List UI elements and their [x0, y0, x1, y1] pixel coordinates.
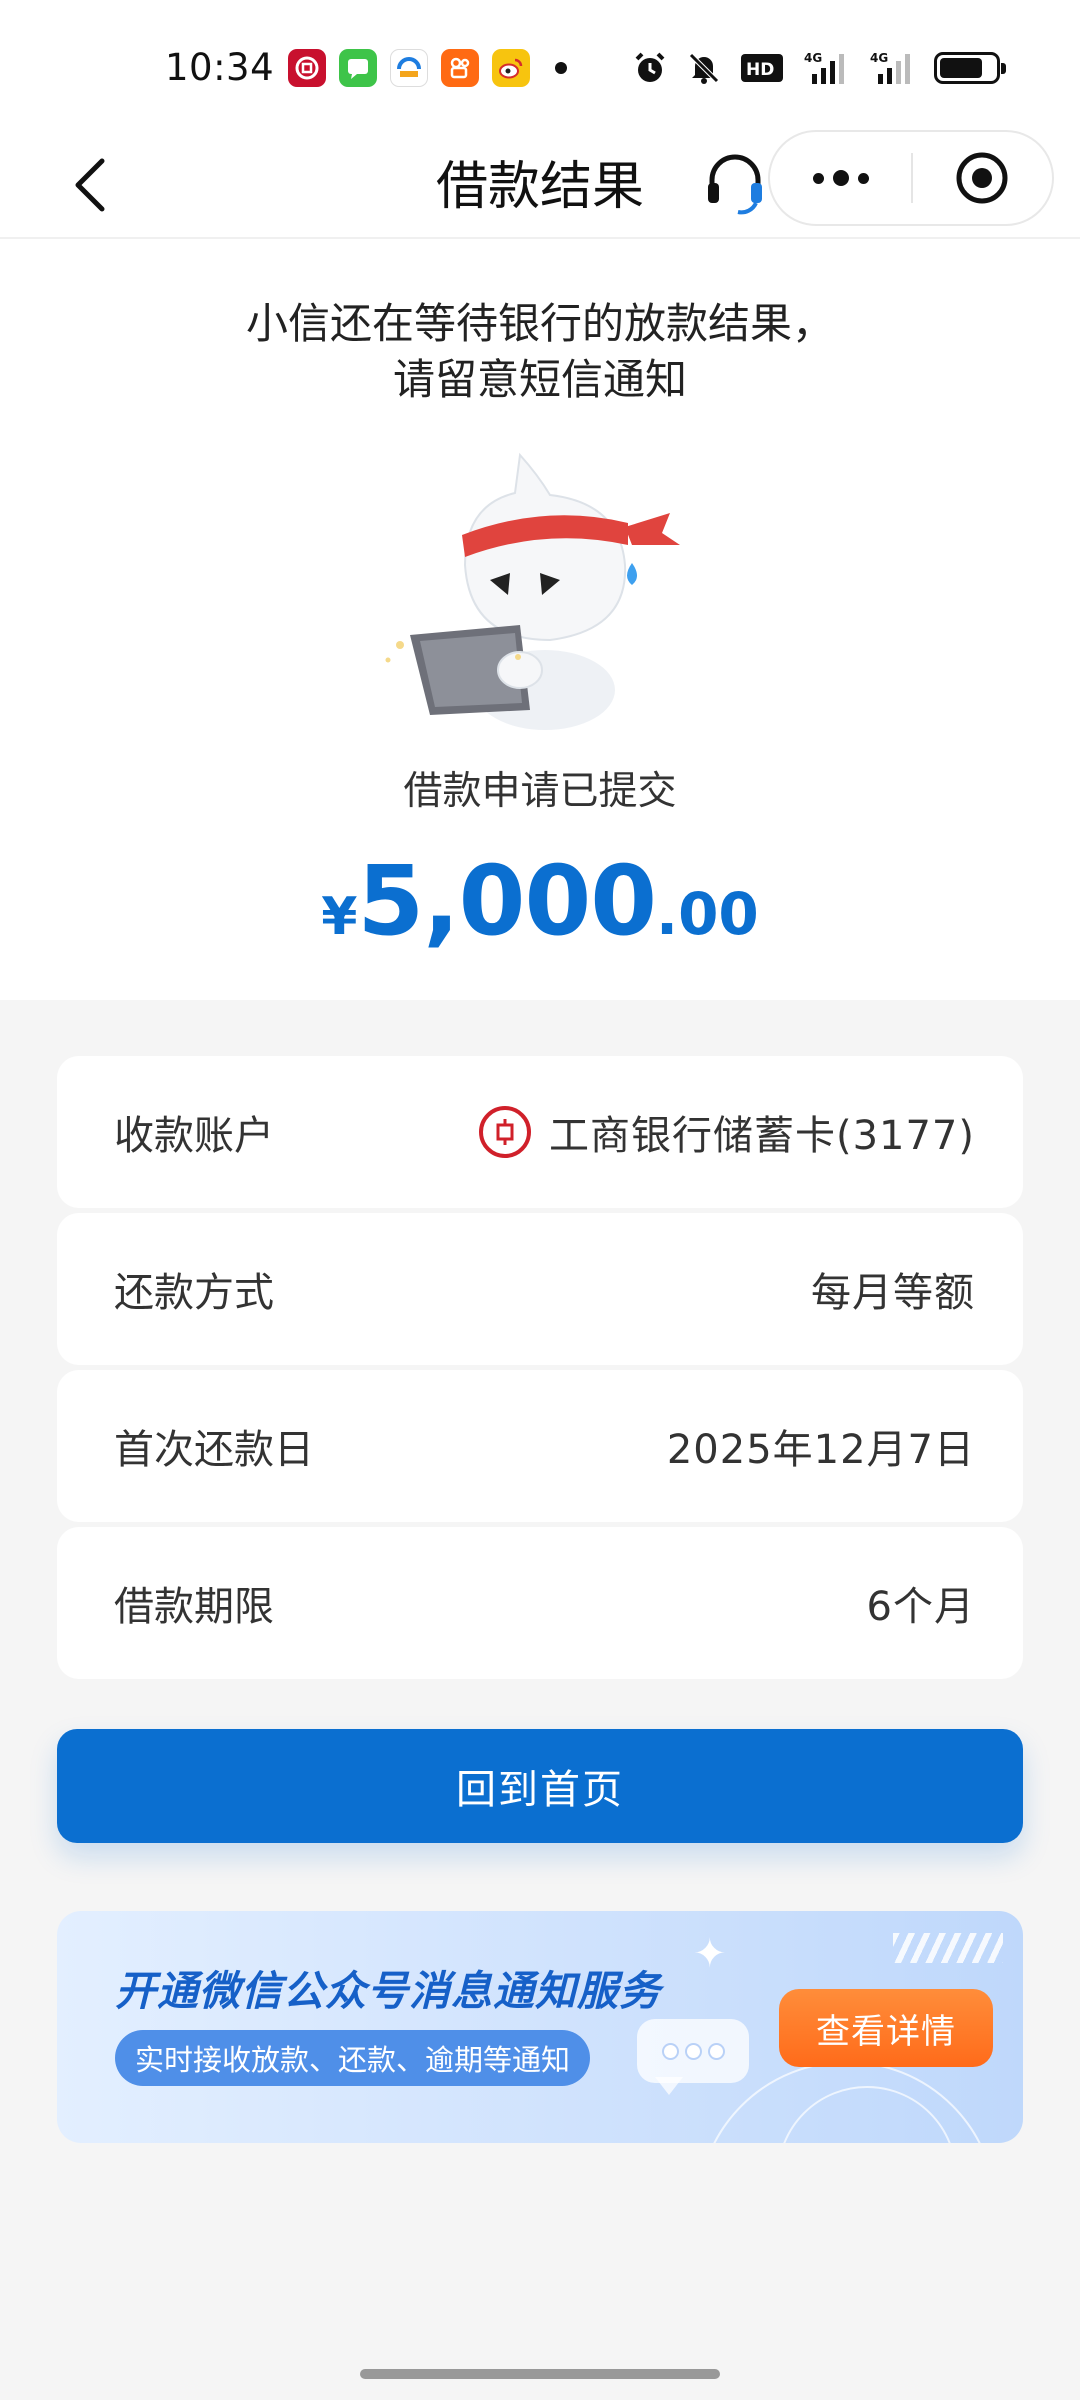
network-label-1: 4G	[804, 51, 822, 65]
info-value: 工商银行储蓄卡(3177)	[478, 1103, 975, 1161]
result-message-line1: 小信还在等待银行的放款结果，	[245, 299, 834, 348]
result-message-line2: 请留意短信通知	[392, 355, 687, 404]
result-message: 小信还在等待银行的放款结果， 请留意短信通知	[0, 296, 1080, 408]
first-repayment-date-row: 首次还款日 2025年12月7日	[57, 1370, 1023, 1522]
more-notifications-dot	[555, 62, 567, 74]
info-value: 6个月	[866, 1584, 975, 1630]
network-label-2: 4G	[870, 51, 888, 65]
icbc-app-icon	[288, 49, 326, 87]
banner-stripes	[893, 1933, 1003, 1963]
chat-bubble-tail	[655, 2077, 683, 2095]
icbc-logo-icon	[478, 1106, 531, 1158]
view-details-button[interactable]: 查看详情	[779, 1989, 993, 2067]
info-label: 借款期限	[114, 1584, 274, 1630]
result-hero: 小信还在等待银行的放款结果， 请留意短信通知 借款申请已提交 ¥5,000.00	[0, 240, 1080, 1000]
nav-bar: 借款结果	[0, 130, 1080, 240]
loan-term-row: 借款期限 6个月	[57, 1527, 1023, 1679]
dot	[812, 172, 824, 184]
info-label: 首次还款日	[114, 1427, 314, 1473]
amount-decimal: .00	[656, 880, 759, 948]
home-indicator[interactable]	[360, 2369, 720, 2379]
close-mini-program-button[interactable]	[913, 132, 1052, 224]
notification-app-icons	[288, 49, 567, 87]
application-status: 借款申请已提交	[403, 769, 677, 814]
loan-amount: ¥5,000.00	[0, 845, 1080, 957]
sparkle-icon: ✦	[693, 1931, 727, 1977]
status-bar: 10:34 HD 4G 4G	[0, 0, 1080, 130]
currency-symbol: ¥	[321, 887, 358, 947]
mute-bell-icon	[686, 50, 722, 86]
receiving-account-row: 收款账户 工商银行储蓄卡(3177)	[57, 1056, 1023, 1208]
mascot-illustration	[385, 452, 680, 730]
kuaishou-app-icon	[441, 49, 479, 87]
bank-account-text: 工商银行储蓄卡(3177)	[548, 1113, 975, 1159]
back-to-home-button[interactable]: 回到首页	[57, 1729, 1023, 1843]
headset-icon	[708, 154, 762, 215]
info-value: 2025年12月7日	[666, 1427, 975, 1473]
nav-divider	[0, 237, 1080, 239]
wechat-notification-banner[interactable]: ✦ 开通微信公众号消息通知服务 实时接收放款、还款、逾期等通知 查看详情	[57, 1911, 1023, 2143]
more-options-button[interactable]	[770, 132, 911, 224]
amount-integer: 5,000	[357, 845, 657, 957]
mini-program-capsule	[768, 130, 1054, 226]
bank-app-icon	[390, 49, 428, 87]
info-value: 每月等额	[811, 1270, 975, 1316]
target-close-icon	[956, 152, 1008, 204]
dot	[832, 170, 849, 186]
banner-subtitle: 实时接收放款、还款、逾期等通知	[115, 2030, 591, 2086]
hd-voice-icon: HD	[740, 50, 784, 86]
weibo-app-icon	[492, 49, 530, 87]
info-label: 收款账户	[114, 1113, 274, 1159]
banner-title: 开通微信公众号消息通知服务	[115, 1967, 661, 2015]
messages-app-icon	[339, 49, 377, 87]
hd-label: HD	[746, 60, 774, 80]
battery-icon	[934, 52, 1006, 84]
system-status-icons: HD 4G 4G	[632, 50, 1006, 86]
alarm-icon	[632, 50, 668, 86]
dot	[857, 172, 869, 184]
info-label: 还款方式	[114, 1270, 274, 1316]
status-time: 10:34	[165, 46, 275, 89]
signal-4g-icon-1: 4G	[802, 50, 850, 86]
repayment-method-row: 还款方式 每月等额	[57, 1213, 1023, 1365]
signal-4g-icon-2: 4G	[868, 50, 916, 86]
customer-service-button[interactable]	[700, 145, 770, 221]
chat-bubble-icon	[637, 2019, 749, 2083]
